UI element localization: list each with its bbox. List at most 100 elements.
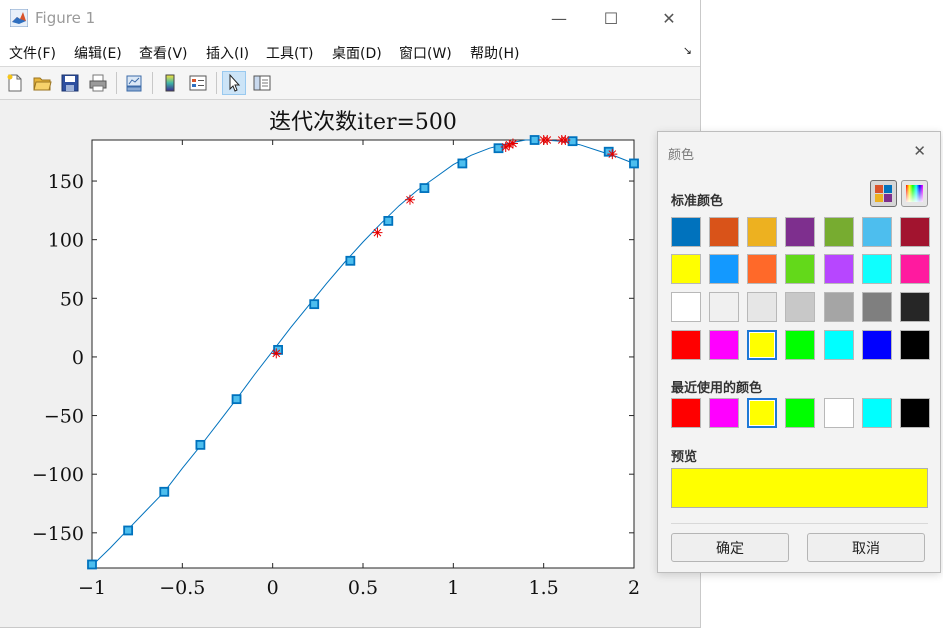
standard-color-swatch[interactable] [709,254,739,284]
square-marker [383,216,394,226]
standard-color-swatch[interactable] [709,330,739,360]
menu-edit[interactable]: 编辑(E) [74,43,122,63]
menu-tools[interactable]: 工具(T) [266,43,313,63]
new-figure-icon[interactable] [3,71,27,95]
dialog-separator [671,523,928,524]
square-marker [231,394,242,405]
standard-color-swatch[interactable] [747,292,777,322]
x-tick-label: 1.5 [529,577,559,599]
print-icon[interactable] [86,71,110,95]
toolbar-separator [116,72,117,94]
property-editor-icon[interactable] [250,71,274,95]
standard-color-swatch[interactable] [747,217,777,247]
menu-view[interactable]: 查看(V) [139,43,188,63]
standard-colors-label: 标准颜色 [671,194,724,209]
x-tick-label: −0.5 [159,577,205,599]
recent-color-swatch[interactable] [747,398,777,428]
standard-color-swatch[interactable] [824,330,854,360]
standard-color-swatch[interactable] [671,330,701,360]
maximize-button[interactable]: ☐ [588,4,634,32]
standard-color-swatch[interactable] [862,217,892,247]
star-marker [542,135,553,145]
menu-insert[interactable]: 插入(I) [206,43,249,63]
y-tick-label: −50 [44,406,84,428]
square-marker [529,135,540,145]
y-tick-label: 100 [48,230,84,252]
standard-color-swatch[interactable] [862,330,892,360]
standard-color-swatch[interactable] [785,292,815,322]
x-tick-label: 0 [267,577,279,599]
square-marker [419,183,430,193]
square-marker [567,136,578,147]
recent-color-swatch[interactable] [671,398,701,428]
x-tick-label: 1 [447,577,459,599]
square-marker [493,143,504,154]
link-plot-icon[interactable] [122,71,146,95]
toolbar-separator [216,72,217,94]
standard-color-swatch[interactable] [824,254,854,284]
open-file-icon[interactable] [30,71,54,95]
standard-color-swatch[interactable] [785,254,815,284]
recent-color-swatch[interactable] [862,398,892,428]
spectrum-mode-icon[interactable] [901,180,928,207]
ok-button[interactable]: 确定 [671,533,789,562]
axes-box[interactable] [91,139,635,569]
recent-color-swatch[interactable] [900,398,930,428]
menu-overflow-icon[interactable]: ↘ [683,44,692,57]
standard-color-swatch[interactable] [671,217,701,247]
y-tick-label: 150 [48,171,84,193]
square-marker [309,299,320,310]
standard-color-swatch[interactable] [785,217,815,247]
recent-colors-label: 最近使用的颜色 [671,381,763,396]
plot-canvas[interactable]: 迭代次数iter=500 −1 −0.5 0 0.5 1 1.5 2 −150 −100 −50 0… [0,100,700,627]
color-preview [671,468,928,508]
standard-color-swatch[interactable] [862,254,892,284]
cancel-button[interactable]: 取消 [807,533,925,562]
standard-color-swatch[interactable] [709,292,739,322]
y-tick-label: −100 [32,464,84,486]
x-tick-label: −1 [78,577,106,599]
standard-color-swatch[interactable] [671,292,701,322]
menu-desktop[interactable]: 桌面(D) [332,43,382,63]
dialog-close-button[interactable]: ✕ [913,142,926,160]
y-tick-label: 0 [72,347,84,369]
square-marker [87,559,97,570]
figure-window: Figure 1 — ☐ ✕ 文件(F) 编辑(E) 查看(V) 插入(I) 工… [0,0,701,628]
standard-color-swatch[interactable] [824,217,854,247]
y-tick-label: −150 [32,523,84,545]
standard-color-swatch[interactable] [671,254,701,284]
x-tick-label: 2 [628,577,640,599]
insert-legend-icon[interactable] [186,71,210,95]
standard-color-swatch[interactable] [900,330,930,360]
menu-bar: 文件(F) 编辑(E) 查看(V) 插入(I) 工具(T) 桌面(D) 窗口(W… [0,36,700,67]
square-marker [457,158,468,169]
recent-color-swatch[interactable] [824,398,854,428]
menu-help[interactable]: 帮助(H) [470,43,519,63]
standard-color-swatch[interactable] [824,292,854,322]
matlab-logo-icon [9,8,29,28]
standard-color-swatch[interactable] [709,217,739,247]
standard-color-swatch[interactable] [785,330,815,360]
recent-color-swatch[interactable] [785,398,815,428]
square-marker [345,255,356,266]
standard-color-swatch[interactable] [747,254,777,284]
toolbar-separator [152,72,153,94]
square-marker [195,439,206,450]
close-button[interactable]: ✕ [646,4,692,32]
save-icon[interactable] [58,71,82,95]
menu-window[interactable]: 窗口(W) [399,43,452,63]
square-marker [123,525,134,536]
palette-mode-icon[interactable] [870,180,897,207]
standard-color-swatch[interactable] [747,330,777,360]
insert-colorbar-icon[interactable] [158,71,182,95]
recent-color-swatch[interactable] [709,398,739,428]
edit-plot-icon[interactable] [222,71,246,95]
color-dialog: 颜色 ✕ 标准颜色 最近使用的颜色 预览 确定 取消 [657,131,941,573]
menu-file[interactable]: 文件(F) [9,43,56,63]
standard-color-swatch[interactable] [900,254,930,284]
title-bar[interactable]: Figure 1 — ☐ ✕ [0,0,700,36]
standard-color-swatch[interactable] [862,292,892,322]
standard-color-swatch[interactable] [900,217,930,247]
minimize-button[interactable]: — [536,4,582,32]
standard-color-swatch[interactable] [900,292,930,322]
